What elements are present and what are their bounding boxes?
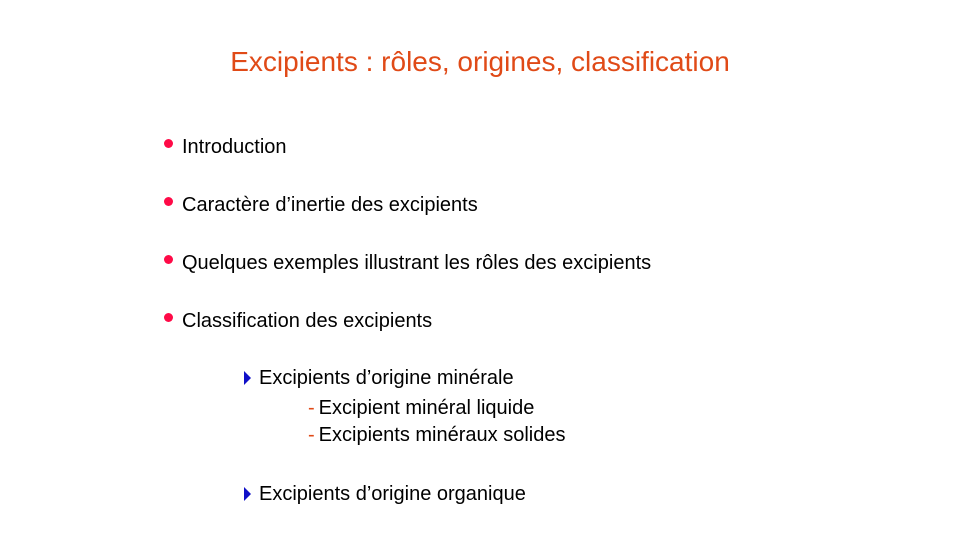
bullet-dot-icon (164, 197, 173, 207)
bullet-item-introduction: Introduction (164, 135, 287, 159)
triangle-right-icon (244, 487, 251, 501)
sub-sub-item-label: Excipients minéraux solides (318, 424, 566, 446)
bullet-item-exemples: Quelques exemples illustrant les rôles d… (164, 251, 651, 275)
bullet-item-label: Quelques exemples illustrant les rôles d… (182, 252, 652, 274)
bullet-item-label: Introduction (182, 136, 287, 158)
bullet-dot-icon (164, 139, 173, 149)
dash-marker: - (308, 397, 315, 419)
bullet-item-label: Classification des excipients (182, 310, 433, 332)
bullet-dot-icon (164, 313, 173, 323)
sub-sub-item-solides: - Excipients minéraux solides (308, 423, 565, 447)
bullet-item-label: Caractère d’inertie des excipients (182, 194, 478, 216)
sub-sub-item-liquide: - Excipient minéral liquide (308, 396, 534, 420)
sub-item-organique: Excipients d’origine organique (244, 482, 526, 506)
triangle-right-icon (244, 371, 251, 385)
sub-item-label: Excipients d’origine organique (259, 483, 526, 505)
sub-sub-item-label: Excipient minéral liquide (318, 397, 535, 419)
slide-title: Excipients : rôles, origines, classifica… (230, 46, 730, 77)
sub-item-minerale: Excipients d’origine minérale (244, 366, 514, 390)
bullet-item-classification: Classification des excipients (164, 309, 432, 333)
sub-item-label: Excipients d’origine minérale (259, 367, 514, 389)
dash-marker: - (308, 424, 315, 446)
bullet-item-inertie: Caractère d’inertie des excipients (164, 193, 478, 217)
bullet-dot-icon (164, 255, 173, 265)
